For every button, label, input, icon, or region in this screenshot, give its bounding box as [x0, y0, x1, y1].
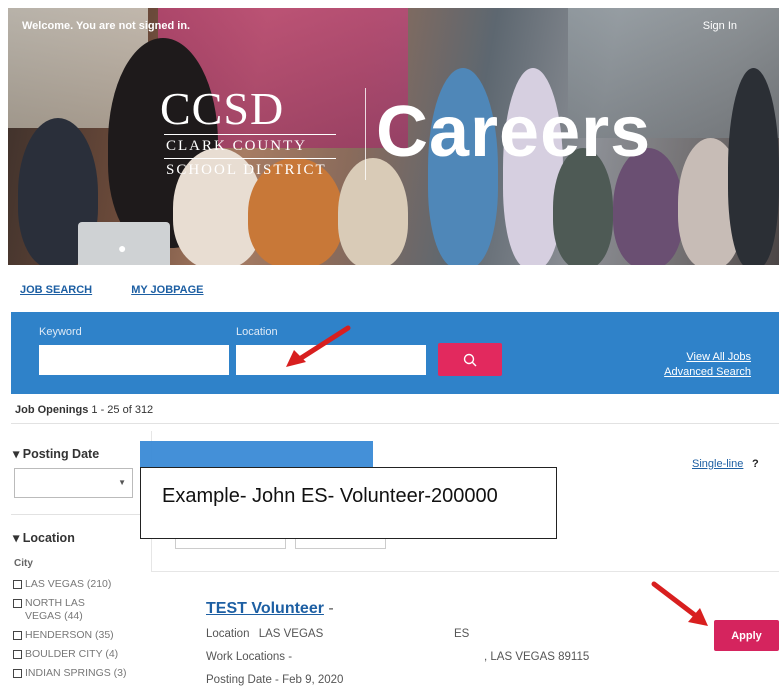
city-filter-list: LAS VEGAS (210) NORTH LAS VEGAS (44) HEN…	[13, 578, 153, 686]
posting-date-filter-title[interactable]: ▾ Posting Date	[13, 446, 99, 461]
checkbox[interactable]	[13, 631, 22, 640]
search-bar: Keyword Location View All Jobs Advanced …	[11, 312, 779, 394]
city-filter-label: BOULDER CITY (4)	[25, 648, 119, 660]
sign-in-link[interactable]: Sign In	[703, 20, 737, 32]
city-filter-item[interactable]: LAS VEGAS (210)	[13, 578, 153, 591]
logo-line-1: CLARK COUNTY	[166, 138, 308, 154]
city-filter-item[interactable]: HENDERSON (35)	[13, 629, 153, 642]
job-title-link[interactable]: TEST Volunteer	[206, 600, 324, 617]
city-filter-label: INDIAN SPRINGS (3)	[25, 667, 127, 679]
laptop: ●	[78, 222, 170, 265]
results-divider	[11, 423, 779, 424]
nav-my-jobpage[interactable]: MY JOBPAGE	[131, 284, 203, 296]
city-heading: City	[14, 558, 33, 569]
city-filter-item[interactable]: INDIAN SPRINGS (3)	[13, 667, 153, 680]
keyword-label: Keyword	[39, 326, 82, 338]
advanced-search-link[interactable]: Advanced Search	[664, 365, 751, 380]
logo-rule	[164, 158, 336, 159]
logo-divider	[365, 88, 366, 180]
openings-range: 1 - 25 of 312	[91, 404, 154, 416]
view-all-jobs-link[interactable]: View All Jobs	[664, 350, 751, 365]
help-icon[interactable]: ?	[752, 458, 759, 470]
openings-label: Job Openings	[15, 404, 89, 416]
header-banner: ● Welcome. You are not signed in. Sign I…	[8, 8, 779, 265]
job-location-value: LAS VEGAS	[258, 628, 324, 640]
location-label: Location	[236, 326, 278, 338]
search-button[interactable]	[438, 343, 502, 376]
checkbox[interactable]	[13, 599, 22, 608]
toolbar-highlight	[140, 441, 373, 468]
logo-line-2: SCHOOL DISTRICT	[166, 162, 327, 178]
welcome-message: Welcome. You are not signed in.	[22, 20, 191, 32]
location-label: Location	[22, 531, 75, 545]
apply-button[interactable]: Apply	[714, 620, 779, 651]
ccsd-logo: CCSD CLARK COUNTY SCHOOL DISTRICT	[160, 86, 360, 180]
top-nav: JOB SEARCH MY JOBPAGE	[20, 284, 240, 296]
careers-title: Careers	[376, 92, 652, 172]
red-arrow-annotation	[286, 325, 351, 367]
red-arrow-annotation	[651, 581, 708, 626]
city-filter-item[interactable]: NORTH LAS VEGAS (44)	[13, 597, 105, 623]
job-location-label: Location	[206, 628, 250, 640]
job-location-extra: ES	[454, 628, 470, 640]
posting-date-label: Posting Date	[22, 447, 100, 461]
location-filter-title[interactable]: ▾ Location	[13, 530, 75, 545]
nav-job-search[interactable]: JOB SEARCH	[20, 284, 92, 296]
apple-logo-icon: ●	[118, 240, 127, 256]
job-title: TEST Volunteer -	[206, 600, 334, 618]
checkbox[interactable]	[13, 650, 22, 659]
sidebar-divider	[11, 514, 151, 515]
job-title-suffix: -	[328, 600, 334, 617]
work-locations-label: Work Locations -	[206, 651, 293, 663]
city-filter-label: HENDERSON (35)	[25, 629, 114, 641]
city-filter-item[interactable]: BOULDER CITY (4)	[13, 648, 153, 661]
city-filter-label: LAS VEGAS (210)	[25, 578, 112, 590]
work-locations-value: , LAS VEGAS 89115	[484, 651, 590, 663]
caret-down-icon: ▼	[118, 478, 126, 487]
search-icon	[463, 353, 477, 366]
job-openings-count: Job Openings 1 - 25 of 312	[15, 404, 153, 416]
job-work-locations-line: Work Locations - , LAS VEGAS 89115	[206, 651, 606, 663]
city-filter-label: NORTH LAS VEGAS (44)	[25, 597, 85, 622]
checkbox[interactable]	[13, 669, 22, 678]
checkbox[interactable]	[13, 580, 22, 589]
single-line-view-link[interactable]: Single-line	[692, 458, 743, 470]
keyword-input[interactable]	[39, 345, 229, 375]
job-posting-date: Posting Date - Feb 9, 2020	[206, 674, 344, 686]
annotation-callout: Example- John ES- Volunteer-200000	[140, 467, 557, 539]
search-links: View All Jobs Advanced Search	[664, 350, 751, 380]
logo-rule	[164, 134, 336, 135]
posting-date-select[interactable]: ▼	[14, 468, 133, 498]
logo-abbreviation: CCSD	[160, 83, 285, 134]
student-figure	[728, 68, 779, 265]
job-location-line: Location LAS VEGAS ES	[206, 628, 469, 640]
